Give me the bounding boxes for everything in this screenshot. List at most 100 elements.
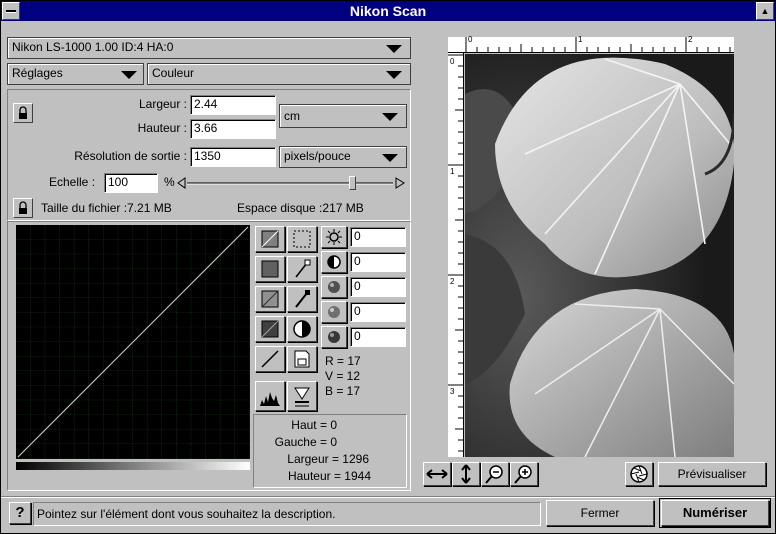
eyedropper-icon (295, 259, 311, 278)
crop-left: Gauche = 0 (274, 435, 337, 449)
red-balance-button[interactable] (321, 276, 347, 298)
lock-icon (19, 201, 27, 214)
scale-field[interactable]: 100 (104, 173, 158, 193)
close-button[interactable]: Fermer (546, 500, 654, 526)
filesize-lock-button[interactable] (13, 198, 33, 218)
zoom-in-icon (514, 465, 532, 484)
horizontal-arrows-icon (426, 469, 448, 479)
system-menu-button[interactable] (2, 2, 20, 20)
crop-width: Largeur = 1296 (287, 452, 369, 466)
green-field[interactable]: 0 (350, 302, 406, 322)
resolution-label: Résolution de sortie : (74, 149, 187, 163)
curve-green-icon (261, 290, 279, 308)
preview-image[interactable] (465, 54, 734, 457)
height-field[interactable]: 3.66 (190, 119, 276, 139)
preview-button[interactable]: Prévisualiser (658, 462, 766, 486)
rgb-v-readout: V = 12 (325, 369, 361, 383)
ruler-label: 1 (578, 35, 583, 44)
unit-select[interactable]: cm (279, 104, 407, 128)
scale-label: Echelle : (49, 175, 96, 189)
green-ball-icon (328, 306, 340, 318)
help-icon: ? (15, 504, 25, 521)
ruler-label: 1 (450, 167, 455, 176)
contrast-icon (293, 320, 311, 338)
horizontal-ruler: 0 1 2 (448, 35, 734, 53)
height-label: Hauteur : (137, 121, 187, 135)
scan-button[interactable]: Numériser (661, 500, 769, 526)
scan-button-frame: Numériser (659, 498, 771, 528)
scale-unit: % (164, 175, 175, 189)
contrast-adjust-button[interactable] (321, 251, 347, 273)
fit-height-button[interactable] (452, 462, 480, 486)
scale-slider-thumb[interactable] (348, 176, 356, 190)
brightness-field[interactable]: 0 (350, 227, 406, 247)
resolution-field[interactable]: 1350 (190, 147, 276, 167)
eyedropper-white-button[interactable] (287, 256, 317, 282)
scale-slider[interactable] (177, 176, 407, 190)
save-curve-button[interactable] (287, 346, 317, 372)
contrast-button[interactable] (287, 316, 317, 342)
zoom-in-button[interactable] (510, 462, 538, 486)
fit-width-button[interactable] (423, 462, 451, 486)
marquee-icon (293, 230, 311, 248)
red-field[interactable]: 0 (350, 277, 406, 297)
linear-curve-button[interactable] (255, 346, 285, 372)
brightness-icon (326, 229, 342, 245)
tone-curve-graph[interactable] (16, 225, 250, 459)
leaf-photo (465, 54, 734, 457)
tone-gradient-bar (16, 462, 250, 470)
status-bar: Pointez sur l'élément dont vous souhaite… (33, 502, 541, 526)
blue-balance-button[interactable] (321, 326, 347, 348)
crop-height: Hauteur = 1944 (287, 469, 371, 483)
separator (1, 496, 775, 497)
diagonal-line-icon (261, 350, 279, 368)
maximize-button[interactable]: ▲ (756, 2, 774, 20)
eyedropper-black-button[interactable] (287, 286, 317, 312)
curve-red-icon (261, 260, 279, 278)
device-select-value: Nikon LS-1000 1.00 ID:4 HA:0 (12, 40, 174, 54)
histogram-button[interactable] (255, 381, 285, 411)
resolution-unit-select[interactable]: pixels/pouce (279, 146, 407, 168)
curve-master-button[interactable] (255, 226, 285, 252)
tone-curve-grid (16, 225, 250, 459)
vertical-ruler: 0 1 2 3 (448, 53, 464, 457)
scale-slider-track (177, 177, 405, 189)
aperture-icon (630, 465, 648, 483)
blue-ball-icon (328, 331, 340, 343)
resolution-unit-value: pixels/pouce (284, 149, 351, 163)
ruler-ticks (448, 54, 464, 452)
color-mode-select[interactable]: Couleur (147, 63, 411, 85)
aperture-button[interactable] (625, 462, 653, 486)
chevron-down-icon (382, 154, 398, 162)
ruler-label: 2 (450, 277, 455, 286)
curve-blue-button[interactable] (255, 316, 285, 342)
settings-select-value: Réglages (12, 66, 63, 80)
zoom-out-button[interactable] (481, 462, 509, 486)
curve-blue-icon (261, 320, 279, 338)
curve-master-icon (261, 230, 279, 248)
vertical-arrows-icon (461, 464, 471, 484)
settings-select[interactable]: Réglages (7, 63, 144, 85)
curve-red-button[interactable] (255, 256, 285, 282)
load-curve-button[interactable] (287, 381, 317, 411)
aspect-lock-button[interactable] (13, 103, 33, 123)
ruler-label: 3 (450, 387, 455, 396)
width-label: Largeur : (138, 97, 187, 111)
help-button[interactable]: ? (9, 502, 31, 524)
contrast-field[interactable]: 0 (350, 252, 406, 272)
main-window: Nikon Scan ▲ Nikon LS-1000 1.00 ID:4 HA:… (0, 0, 776, 534)
brightness-button[interactable] (321, 226, 347, 248)
rgb-r-readout: R = 17 (325, 354, 361, 368)
eyedropper-icon (295, 290, 310, 308)
zoom-out-icon (485, 465, 503, 484)
green-balance-button[interactable] (321, 301, 347, 323)
width-field[interactable]: 2.44 (190, 95, 276, 115)
device-select[interactable]: Nikon LS-1000 1.00 ID:4 HA:0 (7, 37, 411, 59)
color-mode-value: Couleur (152, 66, 195, 80)
blue-field[interactable]: 0 (350, 327, 406, 347)
select-area-button[interactable] (287, 226, 317, 252)
crop-top: Haut = 0 (291, 418, 337, 432)
curve-green-button[interactable] (255, 286, 285, 312)
ruler-label: 2 (688, 35, 693, 44)
chevron-down-icon (386, 45, 402, 53)
